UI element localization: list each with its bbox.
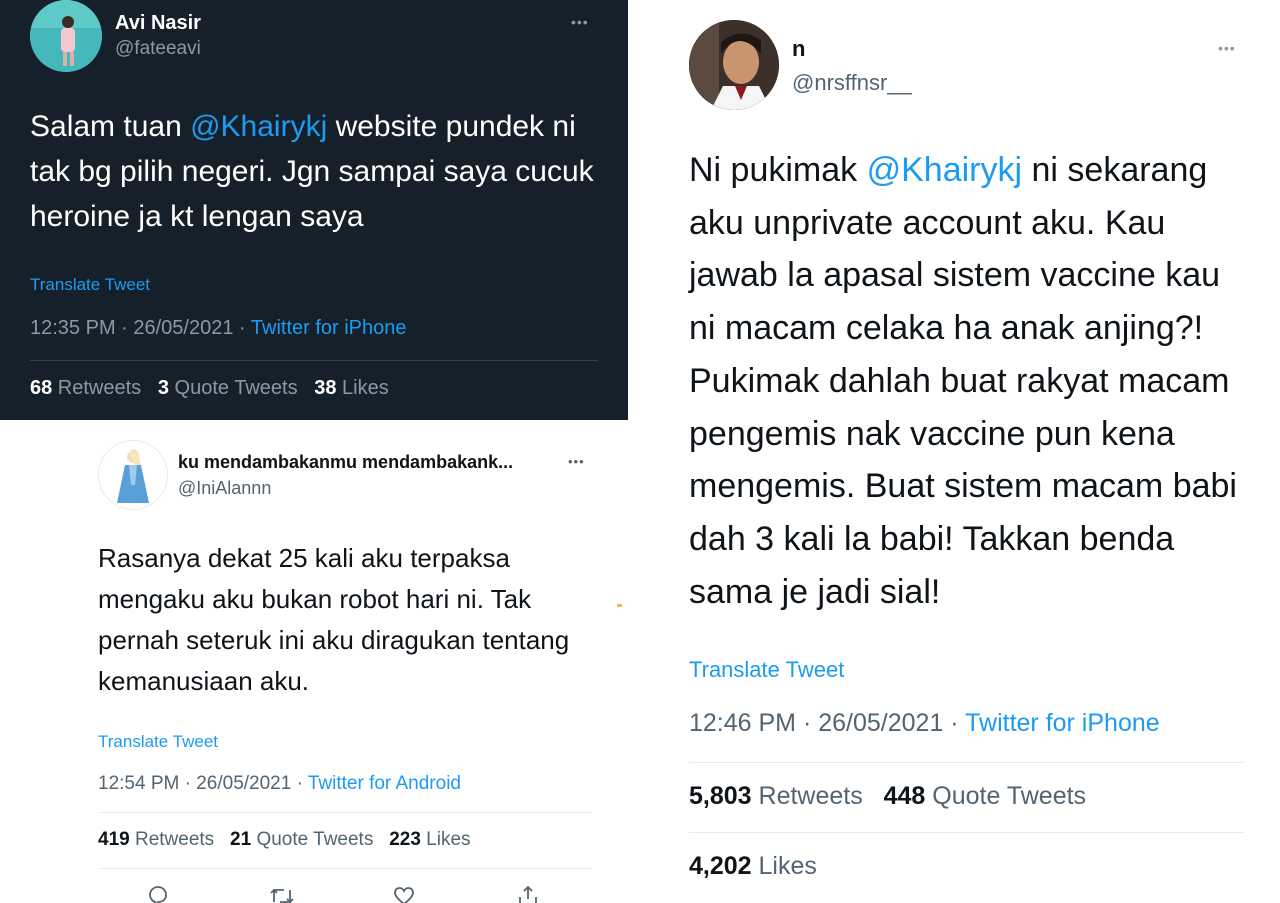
like-icon[interactable] bbox=[390, 882, 418, 903]
tweet-timestamp: 12:54 PM · 26/05/2021 · Twitter for Andr… bbox=[98, 773, 461, 795]
user-handle[interactable]: @fateeavi bbox=[115, 38, 201, 60]
avatar[interactable] bbox=[689, 20, 779, 110]
tweet-card-inialannn: ku mendambakanmu mendambakank... @IniAla… bbox=[72, 420, 628, 903]
timestamp-text: 12:54 PM · 26/05/2021 · bbox=[98, 773, 308, 794]
user-handle[interactable]: @IniAlannn bbox=[178, 478, 271, 499]
retweets-count: 68 bbox=[30, 377, 53, 399]
divider bbox=[689, 832, 1245, 833]
quotes-stat[interactable]: 3 Quote Tweets bbox=[158, 377, 298, 399]
retweets-label: Retweets bbox=[52, 377, 142, 399]
likes-stat[interactable]: 223 Likes bbox=[389, 829, 470, 850]
more-options-icon[interactable]: ••• bbox=[568, 454, 585, 469]
retweets-stat[interactable]: 68 Retweets bbox=[30, 377, 141, 399]
divider bbox=[98, 812, 592, 813]
likes-count: 38 bbox=[314, 377, 337, 399]
translate-tweet-link[interactable]: Translate Tweet bbox=[689, 657, 844, 683]
timestamp-text: 12:35 PM · 26/05/2021 · bbox=[30, 317, 251, 339]
more-options-icon[interactable]: ••• bbox=[1218, 40, 1236, 56]
quotes-label: Quote Tweets bbox=[251, 829, 374, 850]
retweets-stat[interactable]: 419 Retweets bbox=[98, 829, 214, 850]
decorative-speck bbox=[617, 604, 622, 607]
divider bbox=[98, 868, 592, 869]
likes-stat[interactable]: 4,202 Likes bbox=[689, 852, 817, 880]
timestamp-text: 12:46 PM · 26/05/2021 · bbox=[689, 709, 966, 737]
tweet-timestamp: 12:35 PM · 26/05/2021 · Twitter for iPho… bbox=[30, 317, 407, 340]
tweet-timestamp: 12:46 PM · 26/05/2021 · Twitter for iPho… bbox=[689, 709, 1160, 738]
retweet-quote-stats: 5,803 Retweets 448 Quote Tweets bbox=[689, 782, 1086, 811]
source-link[interactable]: Twitter for Android bbox=[308, 773, 461, 794]
retweets-stat[interactable]: 5,803 Retweets bbox=[689, 782, 863, 810]
tweet-text: Rasanya dekat 25 kali aku terpaksa menga… bbox=[98, 543, 570, 696]
quotes-stat[interactable]: 448 Quote Tweets bbox=[884, 782, 1086, 810]
quotes-count: 3 bbox=[157, 377, 169, 399]
translate-tweet-link[interactable]: Translate Tweet bbox=[98, 732, 218, 752]
source-link[interactable]: Twitter for iPhone bbox=[965, 709, 1160, 737]
engagement-stats: 419 Retweets 21 Quote Tweets 223 Likes bbox=[98, 829, 471, 851]
divider bbox=[30, 360, 598, 361]
likes-label: Likes bbox=[336, 377, 389, 399]
likes-label: Likes bbox=[751, 852, 817, 880]
quotes-stat[interactable]: 21 Quote Tweets bbox=[230, 829, 373, 850]
reply-icon[interactable] bbox=[144, 882, 172, 903]
engagement-stats: 68 Retweets 3 Quote Tweets 38 Likes bbox=[30, 377, 389, 400]
mention-link[interactable]: @Khairykj bbox=[190, 110, 327, 143]
mention-link[interactable]: @Khairykj bbox=[867, 151, 1022, 189]
retweets-label: Retweets bbox=[751, 782, 863, 810]
display-name[interactable]: ku mendambakanmu mendambakank... bbox=[178, 452, 513, 473]
likes-count: 223 bbox=[389, 829, 421, 850]
tweet-text-start: Salam tuan bbox=[30, 110, 191, 143]
quotes-count: 448 bbox=[883, 782, 926, 810]
display-name[interactable]: Avi Nasir bbox=[115, 12, 201, 35]
tweet-text-rest: ni sekarang aku unprivate account aku. K… bbox=[689, 151, 1237, 611]
tweet-text-start: Ni pukimak bbox=[689, 151, 867, 189]
likes-label: Likes bbox=[420, 829, 471, 850]
translate-tweet-link[interactable]: Translate Tweet bbox=[30, 275, 150, 295]
tweet-text: Ni pukimak @Khairykj ni sekarang aku unp… bbox=[689, 144, 1249, 618]
retweet-icon[interactable] bbox=[268, 882, 296, 903]
likes-count: 4,202 bbox=[689, 852, 752, 880]
user-handle[interactable]: @nrsffnsr__ bbox=[792, 70, 912, 96]
tweet-text: Salam tuan @Khairykj website pundek ni t… bbox=[30, 104, 600, 239]
quotes-label: Quote Tweets bbox=[925, 782, 1087, 810]
retweets-label: Retweets bbox=[129, 829, 215, 850]
tweet-card-nrsffnsr: n @nrsffnsr__ ••• Ni pukimak @Khairykj n… bbox=[662, 0, 1280, 903]
likes-stat[interactable]: 38 Likes bbox=[314, 377, 389, 399]
retweets-count: 419 bbox=[98, 829, 130, 850]
source-link[interactable]: Twitter for iPhone bbox=[251, 317, 407, 339]
quotes-count: 21 bbox=[230, 829, 252, 850]
tweet-card-avi-nasir: Avi Nasir @fateeavi ••• Salam tuan @Khai… bbox=[0, 0, 628, 420]
avatar[interactable] bbox=[98, 440, 168, 510]
more-options-icon[interactable]: ••• bbox=[571, 14, 589, 30]
display-name[interactable]: n bbox=[792, 36, 805, 62]
divider bbox=[689, 762, 1245, 763]
likes-stats: 4,202 Likes bbox=[689, 852, 817, 881]
quotes-label: Quote Tweets bbox=[168, 377, 298, 399]
avatar[interactable] bbox=[30, 0, 102, 72]
share-icon[interactable] bbox=[514, 882, 542, 903]
retweets-count: 5,803 bbox=[689, 782, 752, 810]
